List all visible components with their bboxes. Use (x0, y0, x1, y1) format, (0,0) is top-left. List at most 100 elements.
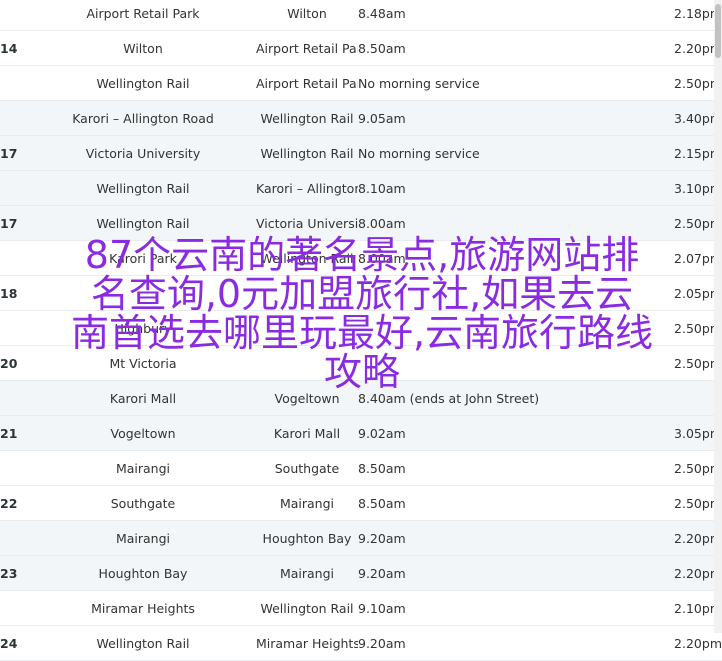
from-stop-cell: Wellington Rail (30, 205, 256, 241)
table-row: Mairangi Houghton Bay 9.20am 2.20pm (0, 520, 722, 556)
afternoon-departure-cell: 2.20pm (658, 520, 722, 556)
to-stop-cell: Victoria University (256, 205, 358, 241)
to-stop-cell: Wellington Rail (256, 100, 358, 136)
from-stop-cell: Wilton (30, 30, 256, 66)
to-stop-cell: Mairangi (256, 485, 358, 521)
morning-departure-cell: 9.20am (358, 555, 658, 591)
route-number-cell (0, 380, 30, 416)
route-number-cell (0, 240, 30, 276)
afternoon-departure-cell: 2.18pm (658, 0, 722, 31)
table-row: Karori Park Wellington Rail 8.00am 2.07pm (0, 240, 722, 276)
to-stop-cell: Southgate (256, 450, 358, 486)
afternoon-departure-cell: 2.10pm (658, 590, 722, 626)
from-stop-cell: Mairangi (30, 520, 256, 556)
from-stop-cell: Mt Victoria (30, 345, 256, 381)
to-stop-cell: Karori Mall (256, 415, 358, 451)
afternoon-departure-cell: 2.15pm (658, 135, 722, 171)
morning-departure-cell: 8.00am (358, 240, 658, 276)
to-stop-cell (256, 345, 358, 381)
table-row: 22 Southgate Mairangi 8.50am 2.50pm (0, 485, 722, 521)
table-row: 21 Vogeltown Karori Mall 9.02am 3.05pm (0, 415, 722, 451)
afternoon-departure-cell (658, 380, 722, 416)
bus-timetable: Airport Retail Park Wilton 8.48am 2.18pm 14 W… (0, 0, 722, 661)
to-stop-cell: Wilton (256, 0, 358, 31)
morning-departure-cell: 8.50am (358, 30, 658, 66)
morning-departure-cell: 8.50am (358, 450, 658, 486)
to-stop-cell: Wellington Rail (256, 590, 358, 626)
afternoon-departure-cell: 2.50pm (658, 485, 722, 521)
table-row: Highbury 2.50pm (0, 310, 722, 346)
to-stop-cell: Miramar Heights (256, 625, 358, 661)
route-number-cell (0, 170, 30, 206)
to-stop-cell: Airport Retail Park (256, 30, 358, 66)
to-stop-cell (256, 310, 358, 346)
afternoon-departure-cell: 2.20pm (658, 625, 722, 661)
table-row: 24 Wellington Rail Miramar Heights 9.20am 2.… (0, 625, 722, 661)
afternoon-departure-cell: 3.10pm (658, 170, 722, 206)
route-number-cell: 20 (0, 345, 30, 381)
table-row: Airport Retail Park Wilton 8.48am 2.18pm (0, 0, 722, 31)
morning-departure-cell: 9.10am (358, 590, 658, 626)
morning-departure-cell: 9.05am (358, 100, 658, 136)
afternoon-departure-cell: 2.07pm (658, 240, 722, 276)
route-number-cell: 17 (0, 205, 30, 241)
from-stop-cell: Karori Mall (30, 380, 256, 416)
from-stop-cell: Southgate (30, 485, 256, 521)
scrollbar-thumb[interactable] (715, 4, 721, 58)
timetable-body: Airport Retail Park Wilton 8.48am 2.18pm 14 W… (0, 0, 722, 661)
morning-departure-cell: 8.50am (358, 485, 658, 521)
afternoon-departure-cell: 2.50pm (658, 205, 722, 241)
route-number-cell: 14 (0, 30, 30, 66)
from-stop-cell: Airport Retail Park (30, 0, 256, 31)
route-number-cell: 23 (0, 555, 30, 591)
afternoon-departure-cell: 2.50pm (658, 345, 722, 381)
table-row: Karori Mall Vogeltown 8.40am (ends at John… (0, 380, 722, 416)
from-stop-cell: Highbury (30, 310, 256, 346)
morning-departure-cell: 8.00am (358, 205, 658, 241)
afternoon-departure-cell: 2.05pm (658, 275, 722, 311)
table-row: 17 Victoria University Wellington Rail No m… (0, 135, 722, 171)
morning-departure-cell: No morning service (358, 65, 658, 101)
route-number-cell: 17 (0, 135, 30, 171)
table-row: Wellington RailKarori – Allington Road8.… (0, 170, 722, 206)
route-number-cell (0, 100, 30, 136)
to-stop-cell: Wellington Rail (256, 135, 358, 171)
route-number-cell (0, 310, 30, 346)
route-number-cell (0, 520, 30, 556)
route-number-cell: 21 (0, 415, 30, 451)
morning-departure-cell: 9.20am (358, 520, 658, 556)
to-stop-cell: Vogeltown (256, 380, 358, 416)
afternoon-departure-cell: 2.50pm (658, 310, 722, 346)
from-stop-cell: Miramar Heights (30, 590, 256, 626)
morning-departure-cell: 9.20am (358, 625, 658, 661)
route-number-cell (0, 65, 30, 101)
to-stop-cell: Airport Retail Park (256, 65, 358, 101)
table-row: Wellington Rail Airport Retail Park No mor… (0, 65, 722, 101)
from-stop-cell: Wellington Rail (30, 625, 256, 661)
afternoon-departure-cell: 3.05pm (658, 415, 722, 451)
table-row: 17Wellington RailVictoria University8.00… (0, 205, 722, 241)
table-row: 23 Houghton Bay Mairangi 9.20am 2.20pm (0, 555, 722, 591)
scrollbar-track[interactable] (714, 0, 722, 633)
afternoon-departure-cell: 2.20pm (658, 555, 722, 591)
route-number-cell (0, 450, 30, 486)
table-row: Miramar Heights Wellington Rail 9.10am 2.10… (0, 590, 722, 626)
from-stop-cell: Karori Park (30, 240, 256, 276)
morning-departure-cell (358, 345, 658, 381)
from-stop-cell: Wellington Rail (30, 65, 256, 101)
to-stop-cell: Karori – Allington Road (256, 170, 358, 206)
route-number-cell: 24 (0, 625, 30, 661)
table-row: Mairangi Southgate 8.50am 2.50pm (0, 450, 722, 486)
route-number-cell: 18 (0, 275, 30, 311)
from-stop-cell: Vogeltown (30, 415, 256, 451)
morning-departure-cell (358, 310, 658, 346)
from-stop-cell: Victoria University (30, 135, 256, 171)
from-stop-cell: Karori – Allington Road (30, 100, 256, 136)
route-number-cell: 22 (0, 485, 30, 521)
to-stop-cell: Wellington Rail (256, 240, 358, 276)
afternoon-departure-cell: 2.50pm (658, 450, 722, 486)
to-stop-cell: Mairangi (256, 555, 358, 591)
route-number-cell (0, 590, 30, 626)
morning-departure-cell: 8.40am (ends at John Street) (358, 380, 658, 416)
afternoon-departure-cell: 2.20pm (658, 30, 722, 66)
